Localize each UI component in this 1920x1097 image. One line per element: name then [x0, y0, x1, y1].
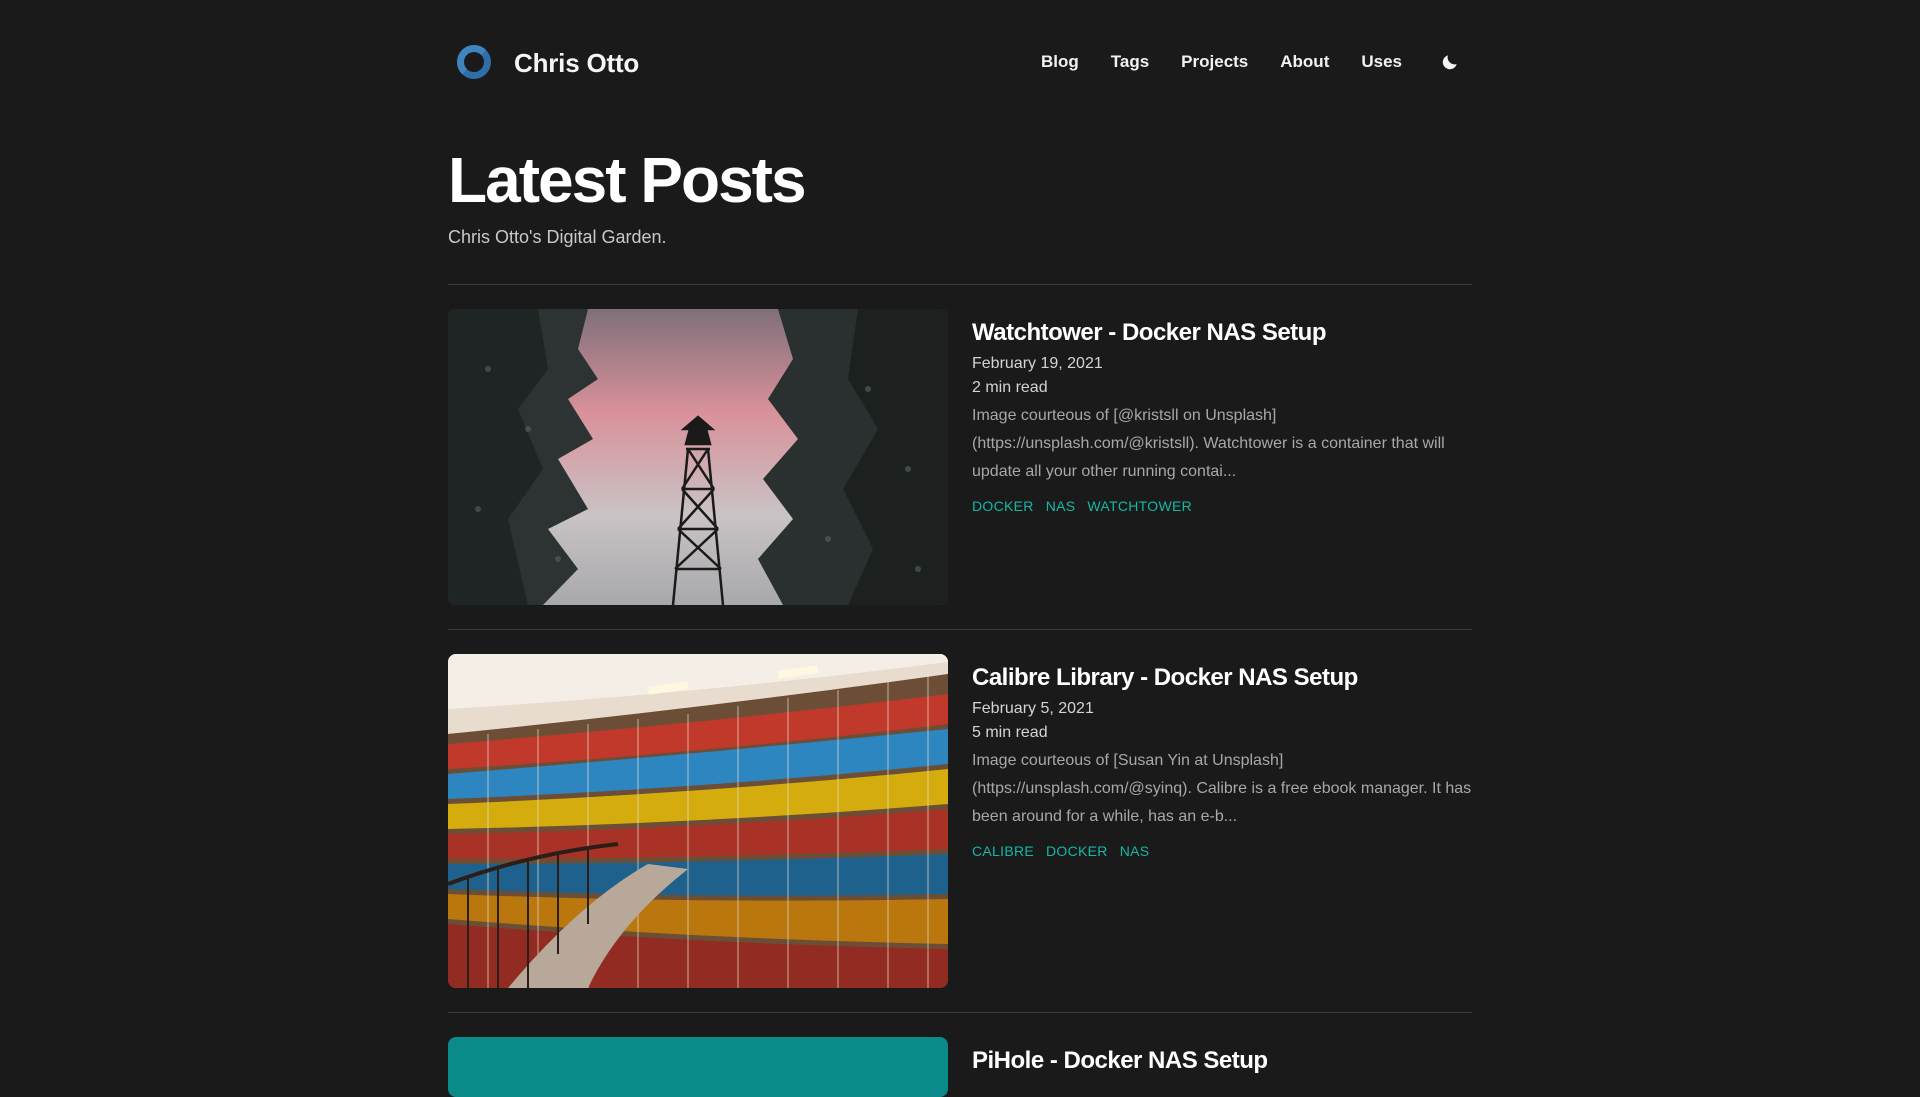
nav-projects[interactable]: Projects	[1181, 52, 1248, 72]
post-tags: DOCKER NAS WATCHTOWER	[972, 498, 1472, 514]
post-body: PiHole - Docker NAS Setup	[972, 1037, 1472, 1077]
nav-tags[interactable]: Tags	[1111, 52, 1149, 72]
tag-docker[interactable]: DOCKER	[1046, 843, 1108, 859]
forest-watchtower-image[interactable]	[448, 309, 948, 605]
nav-uses[interactable]: Uses	[1361, 52, 1402, 72]
ring-logo-icon[interactable]	[457, 45, 491, 79]
post-title[interactable]: Watchtower - Docker NAS Setup	[972, 317, 1472, 349]
tag-calibre[interactable]: CALIBRE	[972, 843, 1034, 859]
nav-about[interactable]: About	[1280, 52, 1329, 72]
main-nav: Blog Tags Projects About Uses	[1009, 50, 1472, 74]
page-container: Chris Otto Blog Tags Projects About Uses…	[448, 0, 1472, 1097]
post-read-time: 5 min read	[972, 724, 1048, 741]
post-title[interactable]: Calibre Library - Docker NAS Setup	[972, 662, 1472, 694]
library-bookshelves-image[interactable]	[448, 654, 948, 988]
page-subtitle: Chris Otto's Digital Garden.	[448, 227, 667, 247]
post-date: February 5, 2021	[972, 700, 1094, 717]
tag-nas[interactable]: NAS	[1120, 843, 1150, 859]
post-body: Watchtower - Docker NAS Setup February 1…	[972, 309, 1472, 514]
post-excerpt: Image courteous of [@kristsll on Unsplas…	[972, 407, 1445, 480]
post-tags: CALIBRE DOCKER NAS	[972, 843, 1472, 859]
moon-icon[interactable]	[1438, 50, 1462, 74]
page-title: Latest Posts	[448, 144, 807, 216]
post-title[interactable]: PiHole - Docker NAS Setup	[972, 1045, 1472, 1077]
teal-placeholder-image[interactable]	[448, 1037, 948, 1097]
site-name[interactable]: Chris Otto	[514, 48, 639, 79]
tag-watchtower[interactable]: WATCHTOWER	[1087, 498, 1192, 514]
post-read-time: 2 min read	[972, 379, 1048, 396]
divider	[448, 629, 1472, 630]
divider	[448, 1012, 1472, 1013]
post-body: Calibre Library - Docker NAS Setup Febru…	[972, 654, 1472, 859]
nav-blog[interactable]: Blog	[1041, 52, 1079, 72]
tag-nas[interactable]: NAS	[1046, 498, 1076, 514]
divider	[448, 284, 1472, 285]
tag-docker[interactable]: DOCKER	[972, 498, 1034, 514]
post-date: February 19, 2021	[972, 355, 1103, 372]
post-excerpt: Image courteous of [Susan Yin at Unsplas…	[972, 752, 1472, 825]
site-header: Chris Otto Blog Tags Projects About Uses	[448, 0, 1472, 124]
